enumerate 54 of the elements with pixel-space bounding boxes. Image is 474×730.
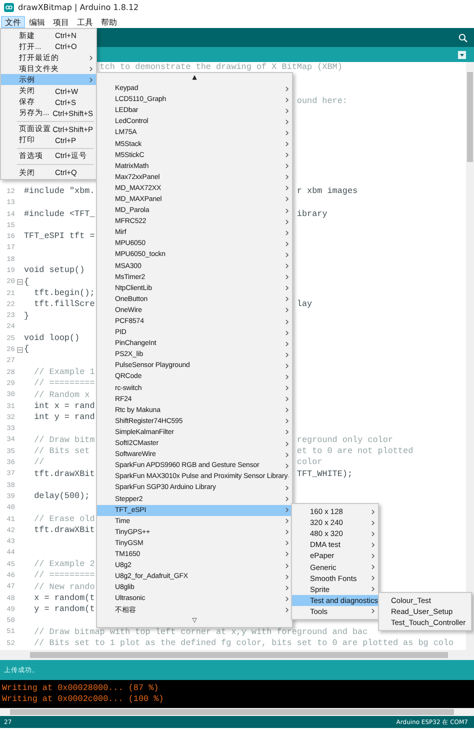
code-text: y = random(t	[33, 604, 95, 616]
console-scrollbar[interactable]	[0, 708, 474, 716]
code-text: {	[24, 344, 30, 356]
app-logo-icon	[4, 3, 14, 12]
code-text: // =========	[33, 570, 95, 582]
code-text: TFT_WHITE);	[296, 468, 353, 480]
code-text: delay(500);	[33, 491, 90, 503]
code-text: et to 0 are not plotted	[296, 446, 414, 458]
menu-bar-item[interactable]: 项目	[49, 16, 73, 28]
code-text: // Draw bitmap with top left corner at x,y with foreground and bac	[33, 626, 368, 638]
code-text: // Example 2	[33, 559, 95, 570]
code-text: tch to demonstrate the drawing of X BitMap (XBM)	[100, 62, 342, 74]
menu-bar-item[interactable]: 工具	[73, 16, 97, 28]
code-text: //	[33, 457, 44, 469]
code-text: // =========	[33, 378, 95, 390]
code-text: ound here:	[296, 96, 348, 108]
code-text: #include "xbm.	[24, 186, 95, 198]
console-line: Writing at 0x00028000... (87 %)	[2, 683, 160, 694]
console-line: Writing at 0x0002c000... (100 %)	[2, 694, 165, 705]
code-text: }	[24, 310, 30, 322]
code-text: // Bits set to 1 plot as the defined fg color, bits set to 0 are plotted as bg colo	[33, 638, 454, 650]
fold-icon[interactable]	[16, 347, 22, 354]
code-text: tft.begin();	[33, 288, 95, 300]
code-text: reground only color	[296, 434, 393, 446]
horizontal-scrollbar[interactable]	[0, 650, 474, 660]
code-text: int x = rand	[33, 400, 95, 412]
dropdown-icon[interactable]	[458, 50, 466, 58]
code-text: ibrary	[296, 208, 328, 220]
fold-icon[interactable]	[16, 279, 22, 286]
code-text: tft.drawXBit	[33, 468, 95, 480]
menu-bar-item[interactable]: 帮助	[97, 16, 121, 28]
code-text: void loop()	[24, 333, 80, 344]
vertical-scrollbar[interactable]	[466, 62, 474, 650]
window-title: drawXBitmap | Arduino 1.8.12	[18, 3, 139, 12]
code-text: color	[296, 457, 322, 469]
code-text: tft.fillScre	[33, 299, 95, 311]
search-icon[interactable]	[458, 32, 468, 42]
code-text: // Erase old	[33, 514, 95, 526]
code-text: // New rando	[33, 582, 95, 593]
menu-bar-item[interactable]: 文件	[1, 16, 25, 28]
code-text: #include <TFT_	[24, 208, 95, 220]
code-text: {	[24, 276, 30, 288]
code-text: tft.drawXBit	[33, 525, 95, 536]
code-text: TFT_eSPI tft =	[24, 231, 95, 243]
menu-bar-item[interactable]: 编辑	[25, 16, 49, 28]
code-text: r xbm images	[296, 186, 358, 198]
code-text: void setup()	[24, 265, 85, 277]
code-text: x = random(t	[33, 592, 95, 604]
code-text: lay	[296, 299, 312, 311]
code-text: // Draw bitm	[33, 434, 95, 446]
code-text: // Example 1	[33, 367, 95, 378]
code-text: // Bits set	[33, 446, 90, 458]
code-text: // Random x	[33, 390, 90, 401]
code-text: int y = rand	[33, 412, 95, 424]
